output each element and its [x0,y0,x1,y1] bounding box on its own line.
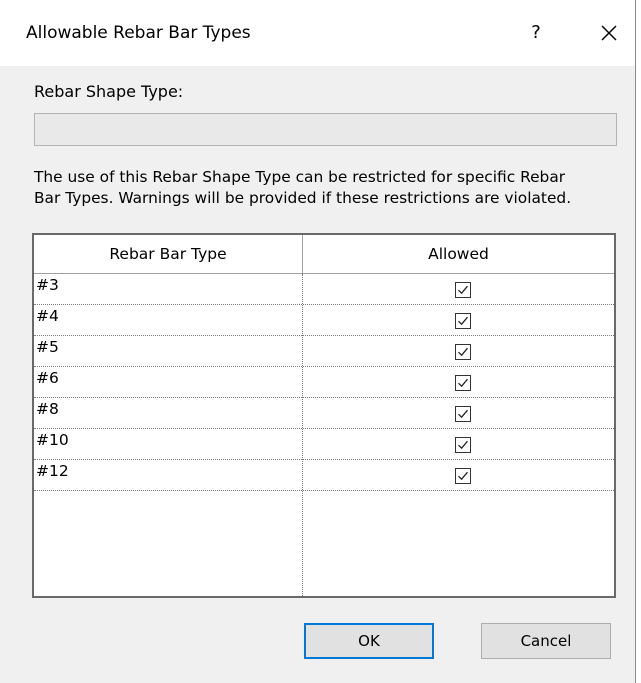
dialog-title: Allowable Rebar Bar Types [26,23,251,43]
rebar-bar-type-cell[interactable]: #3 [36,274,59,296]
rebar-bar-type-cell[interactable]: #4 [36,305,59,327]
allowed-checkbox[interactable] [455,468,471,484]
rebar-shape-type-label: Rebar Shape Type: [34,82,184,101]
checkmark-icon [458,316,468,326]
table-row[interactable]: #5 [34,336,614,367]
cancel-button[interactable]: Cancel [481,623,611,659]
column-header-rebar-bar-type[interactable]: Rebar Bar Type [34,235,303,273]
table-row[interactable]: #12 [34,460,614,491]
allowed-checkbox[interactable] [455,282,471,298]
description-line-2: Bar Types. Warnings will be provided if … [34,189,572,207]
rebar-bar-type-cell[interactable]: #8 [36,398,59,420]
rebar-shape-type-field [34,113,617,146]
table-header: Rebar Bar Type Allowed [34,235,614,274]
help-button[interactable]: ? [525,20,547,46]
allowable-rebar-bar-types-dialog: Allowable Rebar Bar Types ? Rebar Shape … [0,0,636,683]
table-row[interactable]: #4 [34,305,614,336]
column-header-allowed[interactable]: Allowed [303,235,614,273]
table-row[interactable]: #3 [34,274,614,305]
checkmark-icon [458,347,468,357]
rebar-bar-type-cell[interactable]: #6 [36,367,59,389]
allowed-checkbox[interactable] [455,375,471,391]
description-text: The use of this Rebar Shape Type can be … [34,167,634,209]
table-row[interactable]: #10 [34,429,614,460]
allowed-checkbox[interactable] [455,344,471,360]
allowed-checkbox[interactable] [455,406,471,422]
rebar-bar-types-table: Rebar Bar Type Allowed #3 #4 #5 #6 #8 #10 #12 [32,233,616,598]
checkmark-icon [458,409,468,419]
table-row[interactable]: #8 [34,398,614,429]
title-bar: Allowable Rebar Bar Types ? [0,0,635,66]
allowed-checkbox[interactable] [455,313,471,329]
allowed-checkbox[interactable] [455,437,471,453]
checkmark-icon [458,471,468,481]
checkmark-icon [458,440,468,450]
rebar-bar-type-cell[interactable]: #10 [36,429,69,451]
checkmark-icon [458,285,468,295]
table-body: #3 #4 #5 #6 #8 #10 #12 [34,274,614,596]
close-icon [601,25,617,41]
table-row[interactable]: #6 [34,367,614,398]
checkmark-icon [458,378,468,388]
rebar-bar-type-cell[interactable]: #5 [36,336,59,358]
ok-button[interactable]: OK [304,623,434,659]
rebar-bar-type-cell[interactable]: #12 [36,460,69,482]
description-line-1: The use of this Rebar Shape Type can be … [34,168,566,186]
close-button[interactable] [596,20,622,46]
